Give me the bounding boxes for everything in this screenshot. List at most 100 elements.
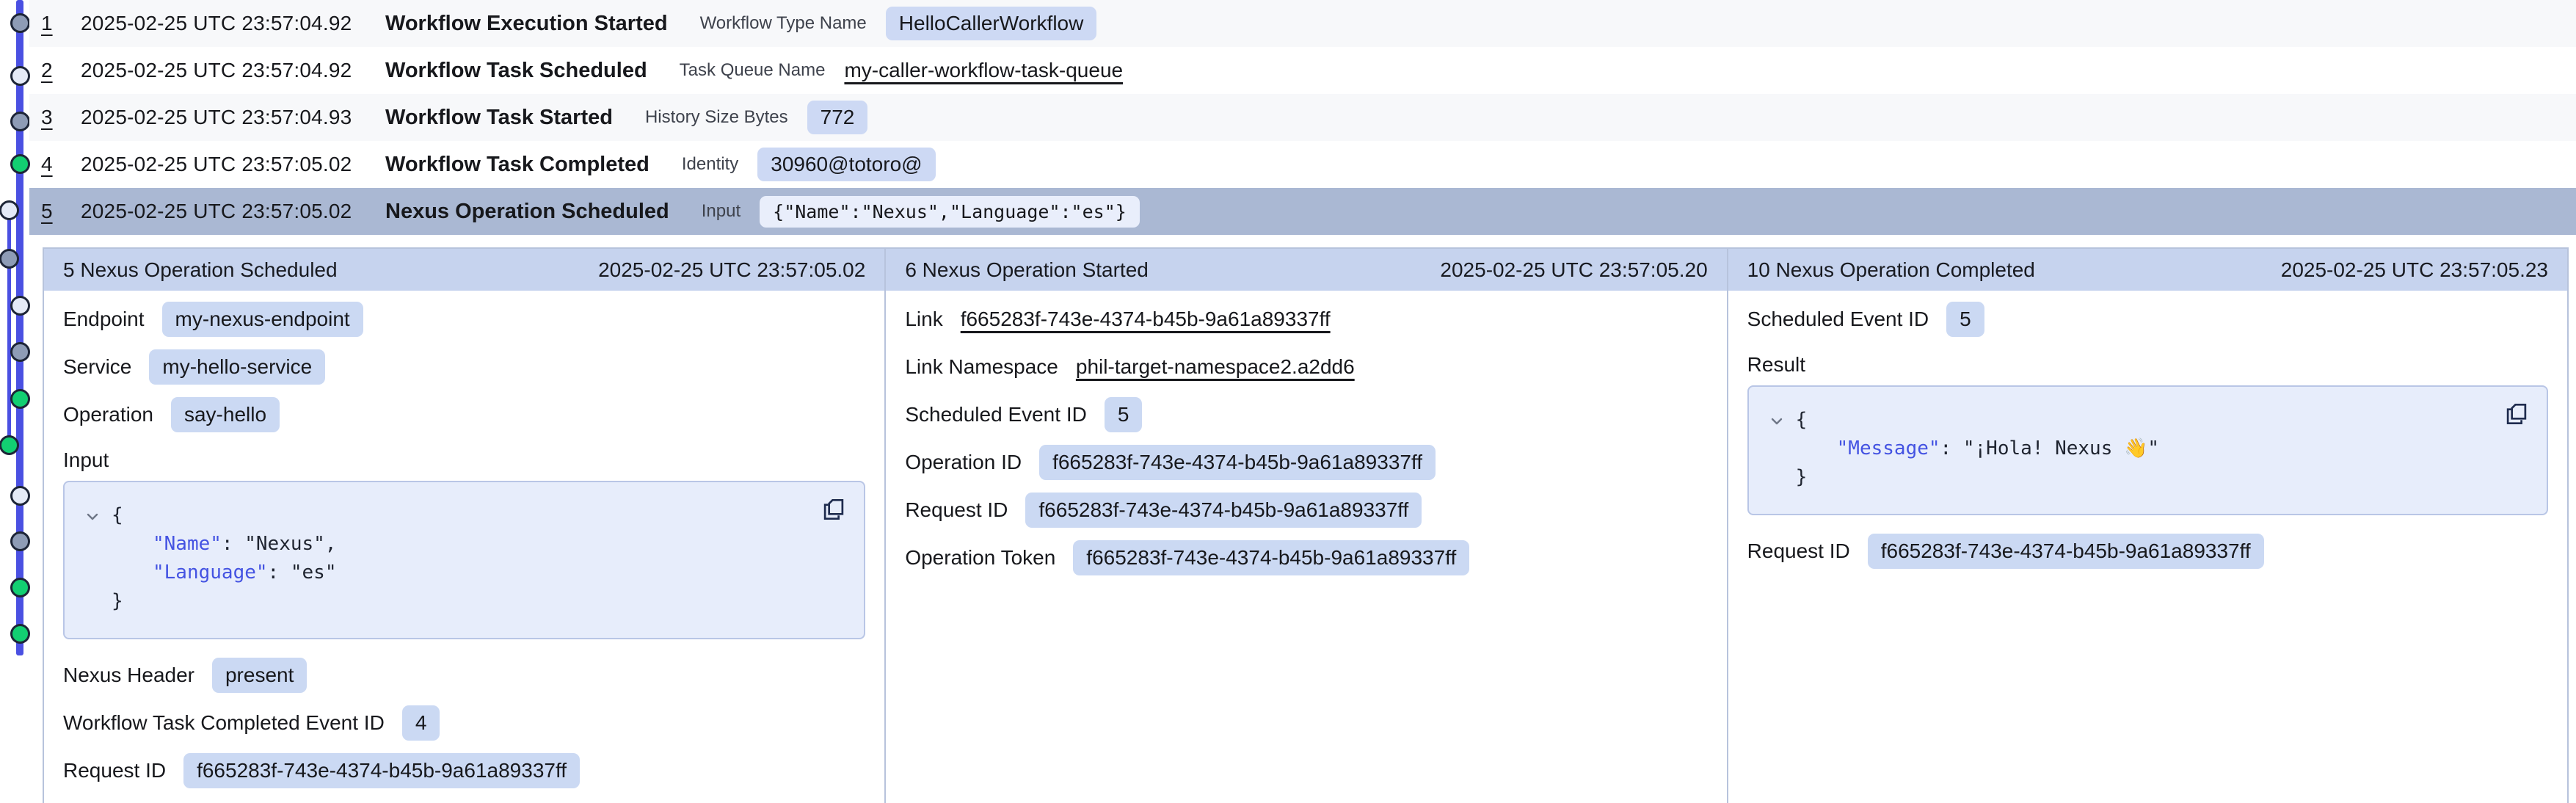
detail-field-row: Workflow Task Completed Event ID4 [63,699,865,746]
detail-field-label: Operation Token [905,546,1055,570]
timeline-event-dot-green [0,435,19,455]
detail-field-row: Scheduled Event ID 5 [905,390,1707,438]
chevron-down-icon[interactable] [1768,413,1786,430]
detail-panel-title: 10 Nexus Operation Completed [1747,258,2035,282]
detail-panel-timestamp: 2025-02-25 UTC 23:57:05.02 [598,258,865,282]
json-value: { [1796,406,1808,435]
detail-field-row: Request ID f665283f-743e-4374-b45b-9a61a8… [905,486,1707,534]
detail-field-label: Workflow Task Completed Event ID [63,711,385,735]
detail-panel-body: Scheduled Event ID5Result{"Message": "¡H… [1728,291,2567,575]
json-value: : "es" [268,559,337,587]
detail-panel-timestamp: 2025-02-25 UTC 23:57:05.20 [1440,258,1707,282]
detail-field-label: Scheduled Event ID [905,403,1087,426]
detail-panel-header: 5 Nexus Operation Scheduled2025-02-25 UT… [44,249,884,291]
detail-field-label: Link Namespace [905,355,1058,379]
event-row[interactable]: 42025-02-25 UTC 23:57:05.02Workflow Task… [29,141,2576,188]
detail-field-value-badge: my-hello-service [149,349,325,385]
event-row[interactable]: 12025-02-25 UTC 23:57:04.92Workflow Exec… [29,0,2576,47]
detail-field-row: Input [63,438,865,475]
detail-field-row: Operation Token f665283f-743e-4374-b45b-9… [905,534,1707,581]
timeline-event-dot-light [0,200,19,220]
detail-panel-header: 10 Nexus Operation Completed2025-02-25 U… [1728,249,2567,291]
detail-field-label: Operation [63,403,153,426]
json-code-line: "Language": "es" [84,559,845,587]
detail-field-label: Result [1747,353,1805,377]
detail-field-value-badge: f665283f-743e-4374-b45b-9a61a89337ff [1039,445,1436,480]
timeline-event-dot-gray [10,112,30,131]
detail-field-value-link[interactable]: f665283f-743e-4374-b45b-9a61a89337ff [961,308,1331,331]
event-id-link[interactable]: 3 [41,106,81,129]
event-attribute-value-badge: 30960@totoro@ [757,148,935,181]
event-id-link[interactable]: 5 [41,200,81,223]
detail-panel-body: Endpointmy-nexus-endpoint Service my-hello… [44,291,884,803]
event-attribute-label: Workflow Type Name [700,13,867,34]
event-attribute-value-badge: {"Name":"Nexus","Language":"es"} [760,196,1140,228]
event-history-list: 12025-02-25 UTC 23:57:04.92Workflow Exec… [29,0,2576,235]
json-code-line: { [1768,406,2528,435]
detail-field-value-badge: say-hello [171,397,280,432]
detail-field-row: Link f665283f-743e-4374-b45b-9a61a89337ff [905,295,1707,343]
timeline-event-dot-gray [10,13,30,33]
json-key: "Language" [153,559,268,587]
detail-field-value-badge: f665283f-743e-4374-b45b-9a61a89337ff [183,753,580,788]
json-value: } [1796,463,1808,492]
collapse-toggle[interactable] [1768,406,1796,430]
event-name: Workflow Task Scheduled [385,59,647,83]
event-id-link[interactable]: 2 [41,59,81,82]
event-timestamp: 2025-02-25 UTC 23:57:04.93 [81,106,363,129]
event-row[interactable]: 52025-02-25 UTC 23:57:05.02 Nexus Operati… [29,188,2576,235]
chevron-down-icon[interactable] [84,508,101,526]
event-timestamp: 2025-02-25 UTC 23:57:04.92 [81,59,363,82]
detail-field-row: Operation say-hello [63,390,865,438]
event-timestamp: 2025-02-25 UTC 23:57:05.02 [81,200,363,223]
timeline-event-dot-gray [10,342,30,362]
detail-field-label: Service [63,355,131,379]
detail-panel-body: Link f665283f-743e-4374-b45b-9a61a89337ff… [886,291,1726,581]
copy-icon [2503,400,2530,428]
detail-field-value-badge: 5 [1946,302,1984,337]
event-name: Workflow Task Started [385,106,613,130]
copy-button[interactable] [820,495,848,526]
detail-field-value-badge: f665283f-743e-4374-b45b-9a61a89337ff [1073,540,1469,575]
detail-field-label: Input [63,448,109,472]
detail-field-row: Endpointmy-nexus-endpoint [63,295,865,343]
detail-field-label: Link [905,308,942,331]
timeline-event-dot-green [10,154,30,174]
timeline-main-line [16,0,23,655]
json-value: { [112,501,123,530]
json-code-line: { [84,501,845,530]
event-attribute-label: History Size Bytes [645,107,788,128]
detail-field-label: Request ID [905,498,1008,522]
copy-button[interactable] [2503,400,2530,430]
timeline-event-dot-gray [10,531,30,551]
detail-field-row: Nexus Headerpresent [63,651,865,699]
detail-field-value-link[interactable]: phil-target-namespace2.a2dd6 [1076,355,1355,379]
json-payload-viewer: {"Name": "Nexus","Language": "es"} [63,481,865,639]
event-timestamp: 2025-02-25 UTC 23:57:04.92 [81,12,363,35]
timeline-branch-line [7,210,11,446]
detail-field-row: Result [1747,343,2548,379]
detail-field-value-badge: 5 [1105,397,1143,432]
timeline-event-dot-green [10,389,30,409]
event-attribute-value-badge: 772 [807,101,868,134]
json-key: "Message" [1837,435,1940,463]
event-name: Nexus Operation Scheduled [385,200,669,224]
event-name: Workflow Task Completed [385,153,650,177]
event-row[interactable]: 22025-02-25 UTC 23:57:04.92 Workflow Task… [29,47,2576,94]
json-code-line: "Message": "¡Hola! Nexus 👋" [1768,435,2528,463]
detail-field-value-badge: f665283f-743e-4374-b45b-9a61a89337ff [1025,493,1422,528]
event-attribute-label: Input [702,201,741,222]
collapse-toggle[interactable] [84,501,112,526]
detail-panel-header: 6 Nexus Operation Started 2025-02-25 UTC … [886,249,1726,291]
detail-field-row: Endpoint ID3c0c75ccfa8144b092c13ce632463… [63,794,865,803]
detail-field-label: Nexus Header [63,664,194,687]
json-code-line: "Name": "Nexus", [84,530,845,559]
event-id-link[interactable]: 1 [41,12,81,35]
event-attribute-value-link[interactable]: my-caller-workflow-task-queue [844,59,1123,82]
detail-panel-title: 6 Nexus Operation Started [905,258,1149,282]
event-id-link[interactable]: 4 [41,153,81,176]
detail-field-row: Request IDf665283f-743e-4374-b45b-9a61a8… [1747,527,2548,575]
json-code-line: } [84,587,845,616]
json-value: } [112,587,123,616]
event-row[interactable]: 32025-02-25 UTC 23:57:04.93 Workflow Task… [29,94,2576,141]
